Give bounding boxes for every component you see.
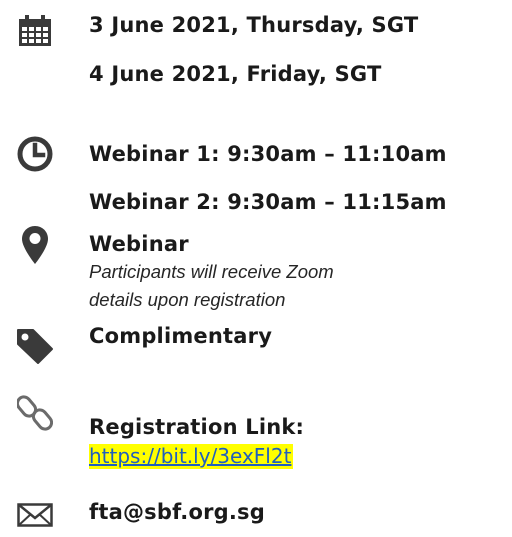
calendar-icon (14, 10, 56, 52)
venue-note-line-2: details upon registration (89, 289, 286, 310)
date-line-2: 4 June 2021, Friday, SGT (89, 62, 382, 86)
webinar-1-time: Webinar 1: 9:30am – 11:10am (89, 142, 447, 166)
clock-icon (14, 133, 56, 175)
registration-link[interactable]: https://bit.ly/3exFl2t (89, 444, 294, 469)
contact-email[interactable]: fta@sbf.org.sg (89, 499, 506, 525)
link-icon (14, 392, 56, 434)
registration-link-wrap: https://bit.ly/3exFl2t (89, 444, 506, 469)
venue-title: Webinar (89, 232, 189, 256)
location-pin-icon (14, 224, 56, 266)
date-line-1: 3 June 2021, Thursday, SGT (89, 13, 419, 37)
venue-note-line-1: Participants will receive Zoom (89, 261, 334, 282)
price-tag-icon (14, 325, 56, 367)
price-label: Complimentary (89, 324, 273, 348)
registration-label: Registration Link: (89, 415, 305, 439)
envelope-icon (14, 494, 56, 536)
webinar-2-time: Webinar 2: 9:30am – 11:15am (89, 190, 447, 214)
